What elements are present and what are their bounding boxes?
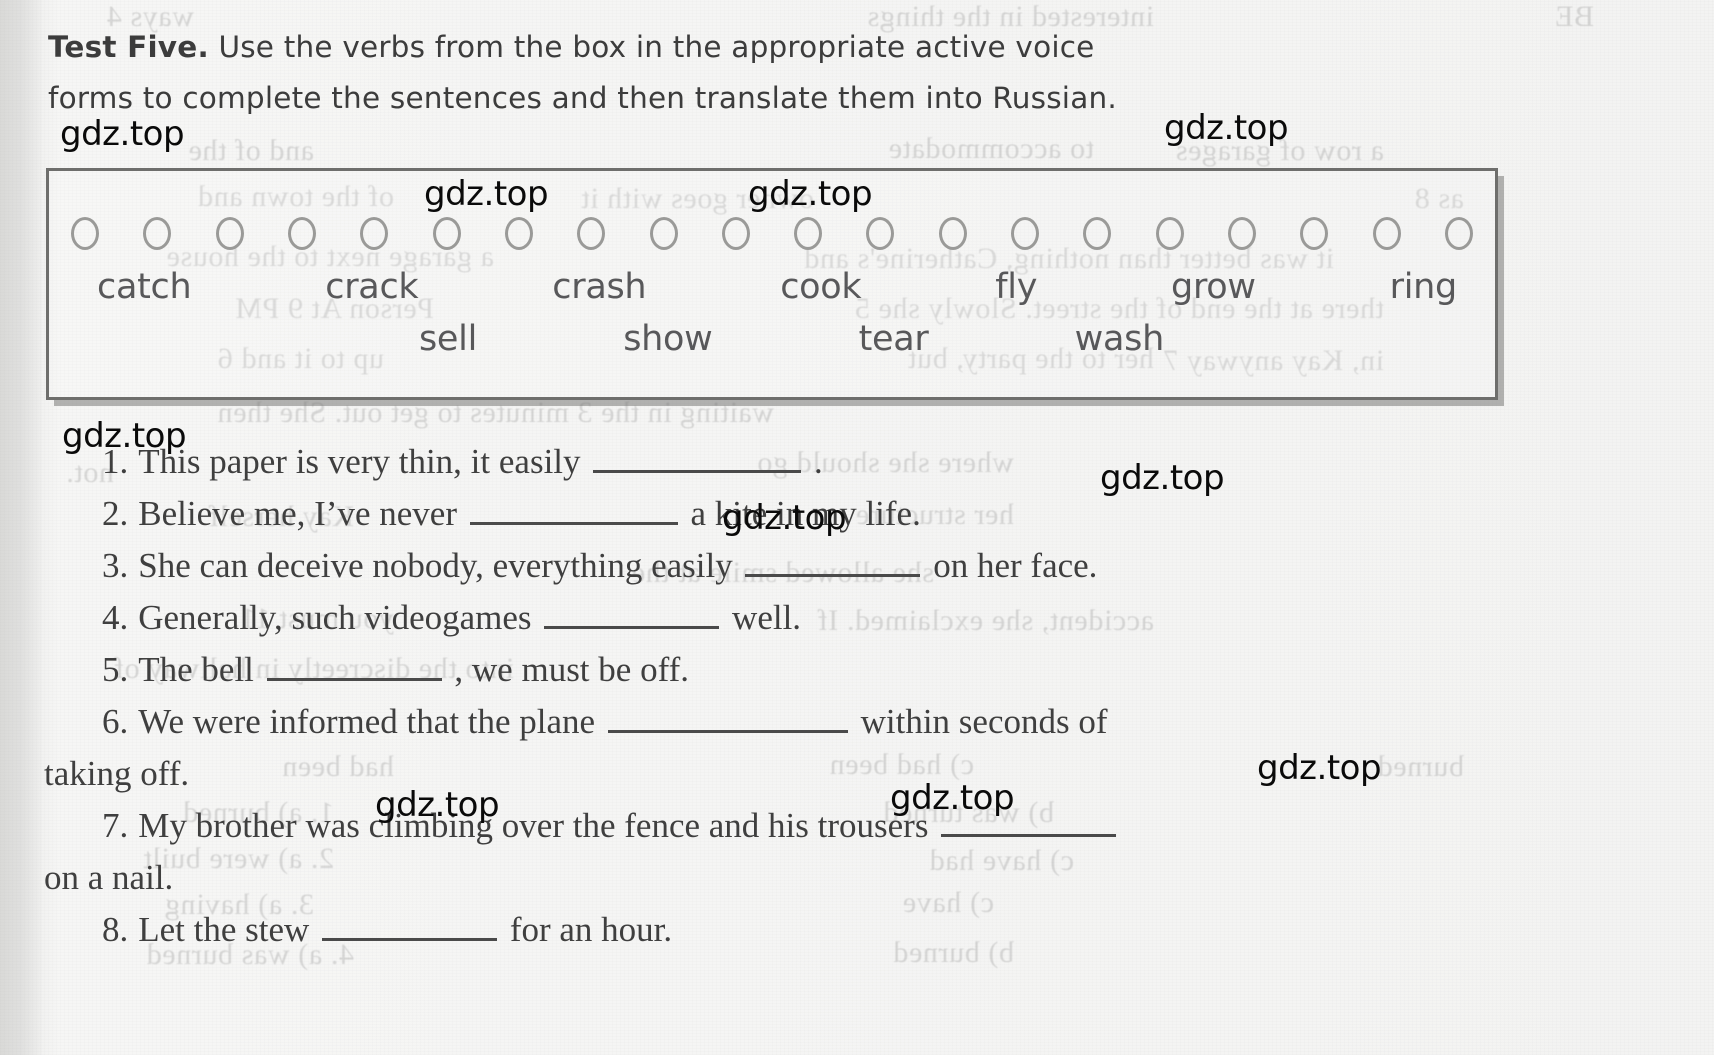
sentence-text-before-blank: This paper is very thin, it easily [138, 442, 590, 481]
heading-line-1: Test Five. Use the verbs from the box in… [48, 22, 1688, 73]
verb-option: crash [552, 267, 647, 307]
sentence-item: 6. We were informed that the plane within… [44, 696, 1704, 748]
gdz-watermark: gdz.top [1257, 748, 1382, 788]
sentence-item: 3. She can deceive nobody, everything eas… [44, 540, 1704, 592]
verb-option: fly [995, 267, 1038, 307]
answer-blank[interactable] [544, 600, 720, 629]
ghost-text-line: waiting in the 3 minutes to get out. She… [217, 396, 774, 429]
verb-option: ring [1389, 267, 1458, 307]
ghost-text-line: and of the [188, 134, 314, 167]
verb-option: tear [858, 319, 929, 359]
circle-bullet [215, 217, 244, 250]
sentence-text-before-blank: Let the stew [138, 910, 319, 949]
sentence-item: 1. This paper is very thin, it easily . [44, 436, 1704, 488]
gdz-watermark: gdz.top [375, 785, 500, 825]
circle-bullet [649, 217, 678, 250]
sentence-text-before-blank: We were informed that the plane [138, 702, 604, 741]
gdz-watermark: gdz.top [748, 174, 873, 214]
circle-bullet [1083, 217, 1112, 250]
sentence-number: 8. [102, 910, 129, 949]
circle-bullet [866, 217, 895, 250]
sentence-text-after-blank: within seconds of [851, 702, 1108, 741]
ghost-text-line: to accommodate [888, 132, 1094, 165]
exercise-label: Test Five. [48, 30, 209, 64]
verb-row-secondary: sell show tear wash [419, 319, 1164, 359]
sentence-text-before-blank: Believe me, I’ve never [138, 494, 466, 533]
gdz-watermark: gdz.top [890, 778, 1015, 818]
circle-bullet [71, 217, 99, 250]
sentence-text-before-blank: My brother was climbing over the fence a… [138, 806, 938, 845]
gdz-watermark: gdz.top [1164, 108, 1289, 148]
verb-option: cook [780, 267, 862, 307]
heading-line-1-inner: Test Five. Use the verbs from the box in… [48, 22, 1095, 73]
scanned-textbook-page: ways 4 interested in the things BE and of t… [0, 0, 1714, 1055]
sentence-item: 2. Believe me, I’ve never a kite in my li… [44, 488, 1704, 540]
sentence-text-after-blank: , we must be off. [445, 650, 689, 689]
gdz-watermark: gdz.top [722, 498, 847, 538]
sentence-item: 7. My brother was climbing over the fence… [44, 800, 1704, 852]
circle-bullet [721, 217, 750, 250]
sentence-number: 7. [102, 806, 129, 845]
sentence-item: 5. The bell , we must be off. [44, 644, 1704, 696]
circle-bullet [1155, 217, 1184, 250]
verb-option: crack [325, 267, 419, 307]
verb-option: catch [97, 267, 192, 307]
gdz-watermark: gdz.top [62, 416, 187, 456]
sentence-text-after-blank: for an hour. [501, 910, 673, 949]
circle-bullet [1372, 217, 1401, 250]
circle-bullet [504, 217, 533, 250]
heading-line-1-rest: Use the verbs from the box in the approp… [218, 30, 1095, 64]
gdz-watermark: gdz.top [1100, 458, 1225, 498]
circle-bullet [577, 217, 606, 250]
sentence-text-before-blank: The bell [138, 650, 263, 689]
answer-blank[interactable] [607, 704, 848, 733]
sentence-number: 2. [102, 494, 129, 533]
gdz-watermark: gdz.top [424, 174, 549, 214]
circle-bullet-row [71, 217, 1473, 250]
circle-bullet [360, 217, 389, 250]
answer-blank[interactable] [593, 444, 802, 473]
circle-bullet [287, 217, 316, 250]
circle-bullet [1228, 217, 1256, 250]
heading-line-2: forms to complete the sentences and then… [48, 81, 1117, 115]
circle-bullet [1300, 217, 1329, 250]
answer-blank[interactable] [745, 548, 921, 577]
circle-bullet [1444, 217, 1473, 250]
sentence-continuation: taking off. [44, 754, 190, 793]
circle-bullet [143, 217, 172, 250]
verb-row-primary: catch crack crash cook fly grow ring [97, 267, 1457, 307]
sentence-text-before-blank: Generally, such videogames [138, 598, 541, 637]
verb-option: wash [1074, 319, 1165, 359]
sentence-continuation: on a nail. [44, 858, 174, 897]
verb-option: show [623, 319, 713, 359]
circle-bullet [938, 217, 967, 250]
page-gutter-shadow [0, 0, 42, 1055]
sentence-number: 4. [102, 598, 129, 637]
sentence-item: 4. Generally, such videogames well. [44, 592, 1704, 644]
answer-blank[interactable] [266, 652, 442, 681]
sentence-text-after-blank: . [805, 442, 823, 481]
answer-blank[interactable] [469, 496, 678, 525]
circle-bullet [432, 217, 461, 250]
sentence-number: 3. [102, 546, 129, 585]
circle-bullet [1011, 217, 1040, 250]
verb-option: sell [419, 319, 478, 359]
sentence-item: 8. Let the stew for an hour. [44, 904, 1704, 956]
exercise-heading: Test Five. Use the verbs from the box in… [48, 22, 1688, 124]
exercise-sentence-list: 1. This paper is very thin, it easily . 2.… [44, 436, 1704, 956]
answer-blank[interactable] [322, 912, 498, 941]
sentence-number: 5. [102, 650, 129, 689]
verb-option: grow [1171, 267, 1256, 307]
circle-bullet [794, 217, 823, 250]
sentence-text-after-blank: well. [723, 598, 802, 637]
sentence-text-after-blank: on her face. [924, 546, 1098, 585]
gdz-watermark: gdz.top [60, 114, 185, 154]
sentence-text-before-blank: She can deceive nobody, everything easil… [138, 546, 742, 585]
sentence-number: 6. [102, 702, 129, 741]
